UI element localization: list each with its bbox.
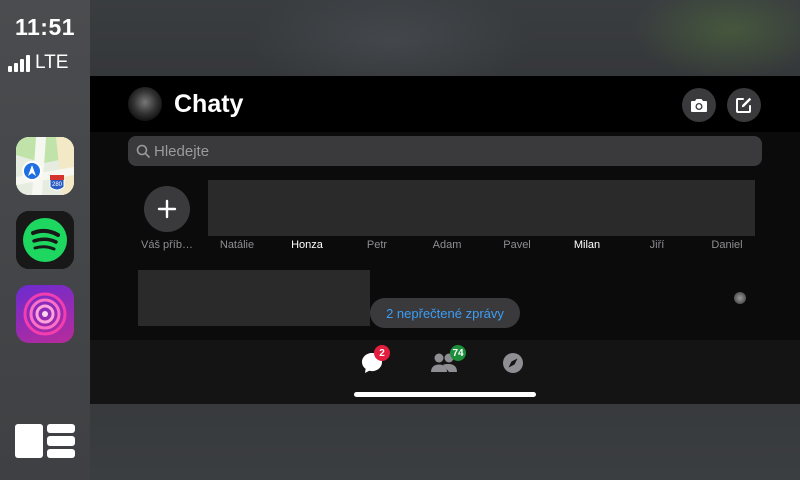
story-label[interactable]: Petr: [367, 239, 387, 251]
compass-icon: [503, 353, 523, 373]
story-labels: Váš příb… Natálie Honza Petr Adam Pavel …: [90, 239, 800, 255]
tab-people[interactable]: 74: [430, 345, 466, 378]
story-label[interactable]: Natálie: [220, 239, 254, 251]
svg-text:280: 280: [52, 182, 63, 188]
messenger-panel: Chaty Hledejte Váš příb… Natálie Honza P…: [90, 76, 800, 404]
story-label[interactable]: Milan: [574, 239, 600, 251]
chat-list-item[interactable]: [138, 270, 370, 326]
unread-messages-button[interactable]: 2 nepřečtené zprávy: [370, 298, 520, 328]
people-badge: 74: [450, 345, 466, 361]
page-title: Chaty: [174, 90, 244, 118]
tab-chats[interactable]: 2: [360, 345, 390, 378]
seen-avatar: [734, 292, 746, 304]
compose-icon: [736, 97, 752, 113]
add-story-button[interactable]: [144, 186, 190, 232]
signal-bars-icon: [8, 54, 30, 72]
tab-bar: 2 74: [90, 340, 800, 404]
tab-discover[interactable]: [502, 348, 532, 378]
maps-app-icon[interactable]: 280: [16, 137, 74, 195]
podcast-app-icon[interactable]: [16, 285, 74, 343]
search-icon: [136, 144, 150, 158]
status-signal: LTE: [8, 52, 68, 74]
camera-icon: [691, 99, 707, 112]
network-type: LTE: [35, 52, 69, 73]
story-label[interactable]: Pavel: [503, 239, 531, 251]
camera-button[interactable]: [682, 88, 716, 122]
search-input[interactable]: Hledejte: [128, 136, 762, 166]
spotify-app-icon[interactable]: [16, 211, 74, 269]
story-label-add: Váš příb…: [141, 239, 193, 251]
plus-icon: [157, 199, 177, 219]
story-label[interactable]: Honza: [291, 239, 323, 251]
stories-row: Váš příb… Natálie Honza Petr Adam Pavel …: [90, 180, 800, 260]
story-label[interactable]: Daniel: [711, 239, 742, 251]
chats-header: Chaty: [90, 76, 800, 132]
status-time: 11:51: [14, 14, 76, 40]
home-indicator[interactable]: [354, 392, 536, 397]
chats-badge: 2: [374, 345, 390, 361]
profile-avatar[interactable]: [128, 87, 162, 121]
carplay-dock: 11:51 LTE 280: [0, 0, 90, 480]
dashboard-icon[interactable]: [15, 424, 75, 458]
story-label[interactable]: Adam: [433, 239, 462, 251]
story-label[interactable]: Jiří: [650, 239, 665, 251]
compose-button[interactable]: [727, 88, 761, 122]
stories-placeholder[interactable]: [208, 180, 755, 236]
search-placeholder: Hledejte: [154, 142, 210, 160]
